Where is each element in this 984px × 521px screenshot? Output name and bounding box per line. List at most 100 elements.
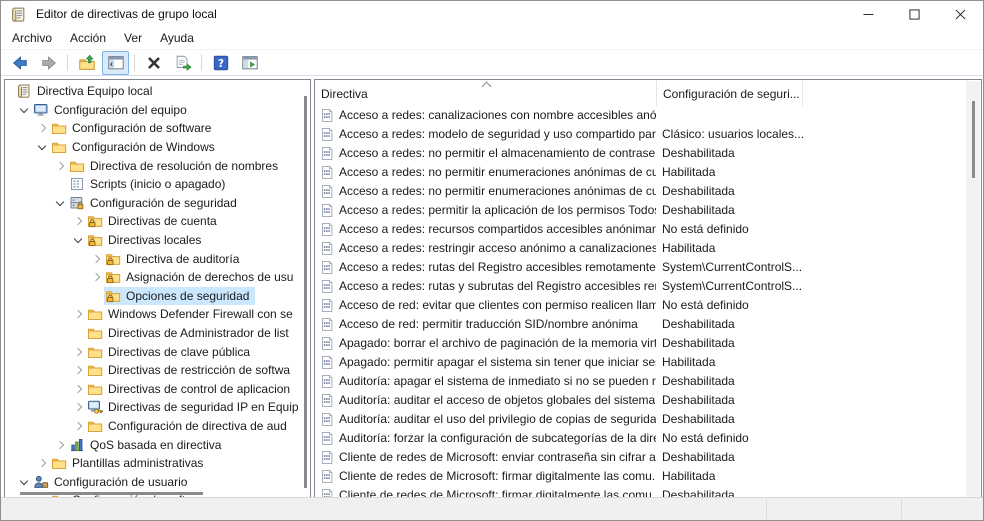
tree-item[interactable]: Scripts (inicio o apagado) bbox=[5, 175, 310, 194]
tree-horizontal-scrollbar[interactable] bbox=[6, 489, 300, 497]
close-button[interactable] bbox=[937, 1, 983, 27]
menu-item[interactable]: Ver bbox=[115, 28, 151, 48]
menu-item[interactable]: Ayuda bbox=[151, 28, 203, 48]
tree-item[interactable]: QoS basada en directiva bbox=[5, 435, 310, 454]
tree-item[interactable]: Plantillas administrativas bbox=[5, 454, 310, 473]
table-row[interactable]: Acceso a redes: no permitir enumeracione… bbox=[315, 163, 981, 182]
tree-expander[interactable] bbox=[51, 201, 68, 205]
qos-icon bbox=[69, 437, 85, 453]
table-row[interactable]: Auditoría: apagar el sistema de inmediat… bbox=[315, 372, 981, 391]
tree-item[interactable]: Directivas de control de aplicacion bbox=[5, 380, 310, 399]
column-header-configuracion-seguridad[interactable]: Configuración de seguri... bbox=[657, 80, 803, 106]
tree-expander[interactable] bbox=[87, 274, 104, 280]
tree-expander[interactable] bbox=[69, 349, 86, 355]
table-row[interactable]: Apagado: borrar el archivo de paginación… bbox=[315, 334, 981, 353]
help-button[interactable]: ? bbox=[207, 51, 234, 75]
show-properties-button[interactable] bbox=[236, 51, 263, 75]
scrollbar-thumb[interactable] bbox=[20, 492, 203, 495]
table-row[interactable]: Acceso de red: permitir traducción SID/n… bbox=[315, 315, 981, 334]
delete-button[interactable] bbox=[140, 51, 167, 75]
tree-item[interactable]: Directiva Equipo local bbox=[5, 82, 310, 101]
tree-expander[interactable] bbox=[15, 480, 32, 484]
table-row[interactable]: Acceso a redes: rutas y subrutas del Reg… bbox=[315, 277, 981, 296]
back-button[interactable] bbox=[6, 51, 33, 75]
tree-expander[interactable] bbox=[15, 108, 32, 112]
tree-expander[interactable] bbox=[69, 367, 86, 373]
tree-item[interactable]: Directivas de restricción de softwa bbox=[5, 361, 310, 380]
policy-security-setting: Deshabilitada bbox=[662, 201, 957, 220]
tree-item[interactable]: Directivas locales bbox=[5, 231, 310, 250]
tree-item[interactable]: Configuración de directiva de aud bbox=[5, 417, 310, 436]
tree-item[interactable]: Configuración de software bbox=[5, 119, 310, 138]
scrollbar-thumb[interactable] bbox=[972, 101, 975, 178]
table-row[interactable]: Apagado: permitir apagar el sistema sin … bbox=[315, 353, 981, 372]
table-row[interactable]: Acceso a redes: restringir acceso anónim… bbox=[315, 239, 981, 258]
table-row[interactable]: Acceso a redes: no permitir enumeracione… bbox=[315, 182, 981, 201]
tree-item-label: Asignación de derechos de usu bbox=[123, 269, 296, 285]
tree-item[interactable]: Configuración de Windows bbox=[5, 138, 310, 157]
policy-doc-icon bbox=[320, 184, 334, 199]
table-row[interactable]: Cliente de redes de Microsoft: enviar co… bbox=[315, 448, 981, 467]
menu-item[interactable]: Acción bbox=[61, 28, 115, 48]
minimize-button[interactable] bbox=[845, 1, 891, 27]
tree-expander[interactable] bbox=[33, 125, 50, 131]
table-row[interactable]: Acceso de red: evitar que clientes con p… bbox=[315, 296, 981, 315]
tree-expander[interactable] bbox=[33, 460, 50, 466]
column-header-directiva[interactable]: Directiva bbox=[315, 80, 657, 106]
tree-item[interactable]: Directivas de clave pública bbox=[5, 342, 310, 361]
tree-item[interactable]: Configuración de seguridad bbox=[5, 194, 310, 213]
table-row[interactable]: Acceso a redes: permitir la aplicación d… bbox=[315, 201, 981, 220]
table-row[interactable]: Acceso a redes: recursos compartidos acc… bbox=[315, 220, 981, 239]
tree-item[interactable]: Windows Defender Firewall con se bbox=[5, 305, 310, 324]
maximize-button[interactable] bbox=[891, 1, 937, 27]
status-bar bbox=[1, 497, 983, 520]
tree-item[interactable]: Directivas de Administrador de list bbox=[5, 324, 310, 343]
chevron-right-icon bbox=[37, 124, 45, 132]
policy-doc-icon bbox=[320, 393, 334, 408]
tree-item-label: Directiva Equipo local bbox=[34, 83, 155, 99]
toolbar-separator bbox=[134, 54, 135, 71]
show-console-tree-button[interactable] bbox=[102, 51, 129, 75]
tree-expander[interactable] bbox=[69, 311, 86, 317]
forward-button[interactable] bbox=[35, 51, 62, 75]
table-row[interactable]: Acceso a redes: canalizaciones con nombr… bbox=[315, 106, 981, 125]
table-row[interactable]: Acceso a redes: rutas del Registro acces… bbox=[315, 258, 981, 277]
tree-item[interactable]: Directivas de cuenta bbox=[5, 212, 310, 231]
tree-expander[interactable] bbox=[51, 163, 68, 169]
svg-text:?: ? bbox=[217, 58, 223, 70]
tree-item[interactable]: Directiva de auditoría bbox=[5, 249, 310, 268]
table-row[interactable]: Cliente de redes de Microsoft: firmar di… bbox=[315, 467, 981, 486]
chevron-right-icon bbox=[73, 310, 81, 318]
tree-expander[interactable] bbox=[69, 423, 86, 429]
toolbar: ? bbox=[1, 50, 983, 76]
tree-item[interactable]: Configuración del equipo bbox=[5, 101, 310, 120]
up-one-level-button[interactable] bbox=[73, 51, 100, 75]
tree-item[interactable]: Opciones de seguridad bbox=[5, 287, 310, 306]
tree-vertical-scrollbar[interactable] bbox=[301, 96, 309, 490]
tree-expander[interactable] bbox=[69, 218, 86, 224]
tree-expander[interactable] bbox=[87, 256, 104, 262]
tree-expander[interactable] bbox=[69, 238, 86, 242]
tree-expander[interactable] bbox=[51, 442, 68, 448]
list-vertical-scrollbar[interactable] bbox=[966, 81, 980, 497]
table-row[interactable]: Auditoría: auditar el uso del privilegio… bbox=[315, 410, 981, 429]
table-row[interactable]: Acceso a redes: modelo de seguridad y us… bbox=[315, 125, 981, 144]
table-row[interactable]: Auditoría: forzar la configuración de su… bbox=[315, 429, 981, 448]
policy-security-setting: No está definido bbox=[662, 429, 957, 448]
policy-doc-icon bbox=[320, 298, 334, 313]
tree-expander[interactable] bbox=[69, 386, 86, 392]
console-tree-icon bbox=[107, 54, 125, 72]
folder-lock-icon bbox=[105, 251, 121, 267]
tree-item[interactable]: Directivas de seguridad IP en Equip bbox=[5, 398, 310, 417]
table-row[interactable]: Acceso a redes: no permitir el almacenam… bbox=[315, 144, 981, 163]
chevron-right-icon bbox=[73, 347, 81, 355]
scrollbar-thumb[interactable] bbox=[304, 96, 307, 488]
table-row[interactable]: Auditoría: auditar el acceso de objetos … bbox=[315, 391, 981, 410]
tree-item[interactable]: Asignación de derechos de usu bbox=[5, 268, 310, 287]
menu-item[interactable]: Archivo bbox=[3, 28, 61, 48]
tree-expander[interactable] bbox=[33, 145, 50, 149]
tree-expander[interactable] bbox=[69, 404, 86, 410]
tree-item[interactable]: Directiva de resolución de nombres bbox=[5, 156, 310, 175]
window-list-icon bbox=[241, 54, 259, 72]
export-list-button[interactable] bbox=[169, 51, 196, 75]
